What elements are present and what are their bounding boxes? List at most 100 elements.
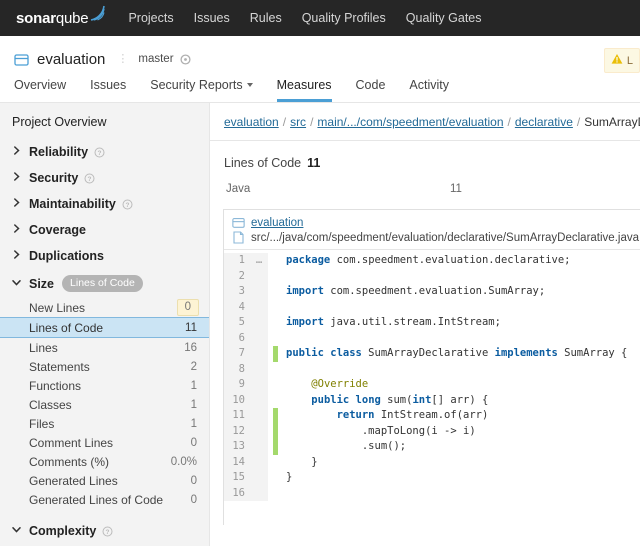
code-line-number[interactable]: 6 xyxy=(224,330,250,346)
code-line[interactable]: 4 xyxy=(224,299,640,315)
sidebar-metric-new-lines[interactable]: New Lines 0 xyxy=(0,298,209,317)
code-line-number[interactable]: 8 xyxy=(224,361,250,377)
chevron-right-icon xyxy=(12,172,22,184)
code-line[interactable]: 7 public class SumArrayDeclarative implem… xyxy=(224,346,640,362)
code-line[interactable]: 16 xyxy=(224,485,640,501)
sidebar-metric-value: 0.0% xyxy=(170,455,197,468)
code-line[interactable]: 1… package com.speedment.evaluation.decla… xyxy=(224,253,640,269)
chevron-down-icon xyxy=(12,278,22,290)
tab-overview[interactable]: Overview xyxy=(14,78,66,102)
branch-name[interactable]: master xyxy=(138,53,173,65)
help-icon[interactable]: ? xyxy=(122,199,133,210)
sidebar-metric-comments[interactable]: Comments (%) 0.0% xyxy=(0,452,209,471)
code-line-number[interactable]: 4 xyxy=(224,299,250,315)
breadcrumb-item-main[interactable]: main/.../com/speedment/evaluation xyxy=(317,115,503,129)
sidebar-metric-generated-lines-of-code[interactable]: Generated Lines of Code 0 xyxy=(0,490,209,509)
breadcrumb-separator: / xyxy=(576,115,581,129)
nav-projects[interactable]: Projects xyxy=(128,11,173,25)
code-line[interactable]: 8 xyxy=(224,361,640,377)
code-line-number[interactable]: 16 xyxy=(224,485,250,501)
sidebar-metric-value: 0 xyxy=(176,299,199,316)
code-line[interactable]: 12 .mapToLong(i -> i) xyxy=(224,423,640,439)
help-icon[interactable]: ? xyxy=(94,147,105,158)
sidebar-metric-statements[interactable]: Statements 2 xyxy=(0,357,209,376)
code-line[interactable]: 11 return IntStream.of(arr) xyxy=(224,408,640,424)
breadcrumb-item-declarative[interactable]: declarative xyxy=(515,115,573,129)
code-line-number[interactable]: 14 xyxy=(224,454,250,470)
help-icon[interactable]: ? xyxy=(84,173,95,184)
code-line[interactable]: 13 .sum(); xyxy=(224,439,640,455)
code-line-number[interactable]: 3 xyxy=(224,284,250,300)
code-line-text: public class SumArrayDeclarative impleme… xyxy=(286,347,628,359)
code-line-number[interactable]: 11 xyxy=(224,408,250,424)
code-line-number[interactable]: 15 xyxy=(224,470,250,486)
tab-security-reports[interactable]: Security Reports xyxy=(150,78,253,102)
code-line[interactable]: 3 import com.speedment.evaluation.SumArra… xyxy=(224,284,640,300)
language-label: Java xyxy=(226,183,251,195)
status-badge[interactable]: L xyxy=(603,48,640,73)
sidebar-domain-coverage[interactable]: Coverage xyxy=(0,217,209,243)
code-line-number[interactable]: 9 xyxy=(224,377,250,393)
code-line[interactable]: 10 public long sum(int[] arr) { xyxy=(224,392,640,408)
tab-measures[interactable]: Measures xyxy=(276,78,332,102)
code-line[interactable]: 5 import java.util.stream.IntStream; xyxy=(224,315,640,331)
sidebar-metric-files[interactable]: Files 1 xyxy=(0,414,209,433)
code-line-text: return IntStream.of(arr) xyxy=(336,409,489,421)
code-line-number[interactable]: 2 xyxy=(224,268,250,284)
code-line[interactable]: 14 } xyxy=(224,454,640,470)
sidebar-domain-maintainability[interactable]: Maintainability? xyxy=(0,191,209,217)
sidebar-metric-classes[interactable]: Classes 1 xyxy=(0,395,209,414)
help-icon[interactable]: ? xyxy=(102,526,113,537)
tab-code[interactable]: Code xyxy=(356,78,386,102)
chevron-down-icon xyxy=(246,83,253,87)
tab-activity[interactable]: Activity xyxy=(409,78,449,102)
sidebar-metric-label: Generated Lines of Code xyxy=(29,492,164,507)
breadcrumb-item-evaluation[interactable]: evaluation xyxy=(224,115,279,129)
sidebar-metric-label: Comments (%) xyxy=(29,454,110,469)
sidebar-metric-value: 0 xyxy=(190,436,197,449)
code-line[interactable]: 9 @Override xyxy=(224,377,640,393)
measures-sidebar: Project Overview Reliability? Security? Ma… xyxy=(0,103,210,546)
svg-text:?: ? xyxy=(106,529,110,536)
sidebar-domain-complexity[interactable]: Complexity? xyxy=(0,518,209,544)
code-line-number[interactable]: 7 xyxy=(224,346,250,362)
code-line-issues-indicator xyxy=(250,408,268,424)
breadcrumb-item-src[interactable]: src xyxy=(290,115,306,129)
nav-quality-gates[interactable]: Quality Gates xyxy=(406,11,482,25)
code-line-text: .sum(); xyxy=(286,440,407,452)
code-project-link[interactable]: evaluation xyxy=(251,217,303,229)
code-line-number[interactable]: 1 xyxy=(224,253,250,269)
project-header: evaluation ⋮ master L xyxy=(0,36,640,73)
nav-issues[interactable]: Issues xyxy=(194,11,230,25)
language-distribution-chart: Java 11 xyxy=(210,170,640,195)
page-body: Project Overview Reliability? Security? Ma… xyxy=(0,102,640,546)
sidebar-domain-duplications[interactable]: Duplications xyxy=(0,243,209,269)
code-line-number[interactable]: 10 xyxy=(224,392,250,408)
sidebar-metric-functions[interactable]: Functions 1 xyxy=(0,376,209,395)
sidebar-title[interactable]: Project Overview xyxy=(0,115,209,139)
sidebar-domain-pill[interactable]: Lines of Code xyxy=(62,275,143,292)
code-line[interactable]: 2 xyxy=(224,268,640,285)
sidebar-metric-comment-lines[interactable]: Comment Lines 0 xyxy=(0,433,209,452)
sidebar-metric-lines[interactable]: Lines 16 xyxy=(0,338,209,357)
code-line-number[interactable]: 13 xyxy=(224,439,250,455)
nav-quality-profiles[interactable]: Quality Profiles xyxy=(302,11,386,25)
tab-activity-label: Activity xyxy=(409,78,450,92)
code-line[interactable]: 15} xyxy=(224,470,640,486)
code-line[interactable]: 6 xyxy=(224,330,640,346)
code-line-number[interactable]: 12 xyxy=(224,423,250,439)
chevron-right-icon xyxy=(12,250,22,262)
nav-rules[interactable]: Rules xyxy=(250,11,282,25)
sidebar-domain-reliability[interactable]: Reliability? xyxy=(0,139,209,165)
sidebar-metric-lines-of-code[interactable]: Lines of Code 11 xyxy=(0,317,209,338)
sidebar-metric-generated-lines[interactable]: Generated Lines 0 xyxy=(0,471,209,490)
tab-issues[interactable]: Issues xyxy=(90,78,126,102)
sonarqube-logo[interactable]: sonarqube xyxy=(16,5,106,26)
code-line-number[interactable]: 5 xyxy=(224,315,250,331)
breadcrumb-separator: / xyxy=(310,115,314,129)
sidebar-domain-size[interactable]: Size Lines of Code xyxy=(0,269,209,298)
sidebar-domain-security[interactable]: Security? xyxy=(0,165,209,191)
code-line-issues-indicator xyxy=(250,315,268,331)
tab-overview-label: Overview xyxy=(14,78,67,92)
